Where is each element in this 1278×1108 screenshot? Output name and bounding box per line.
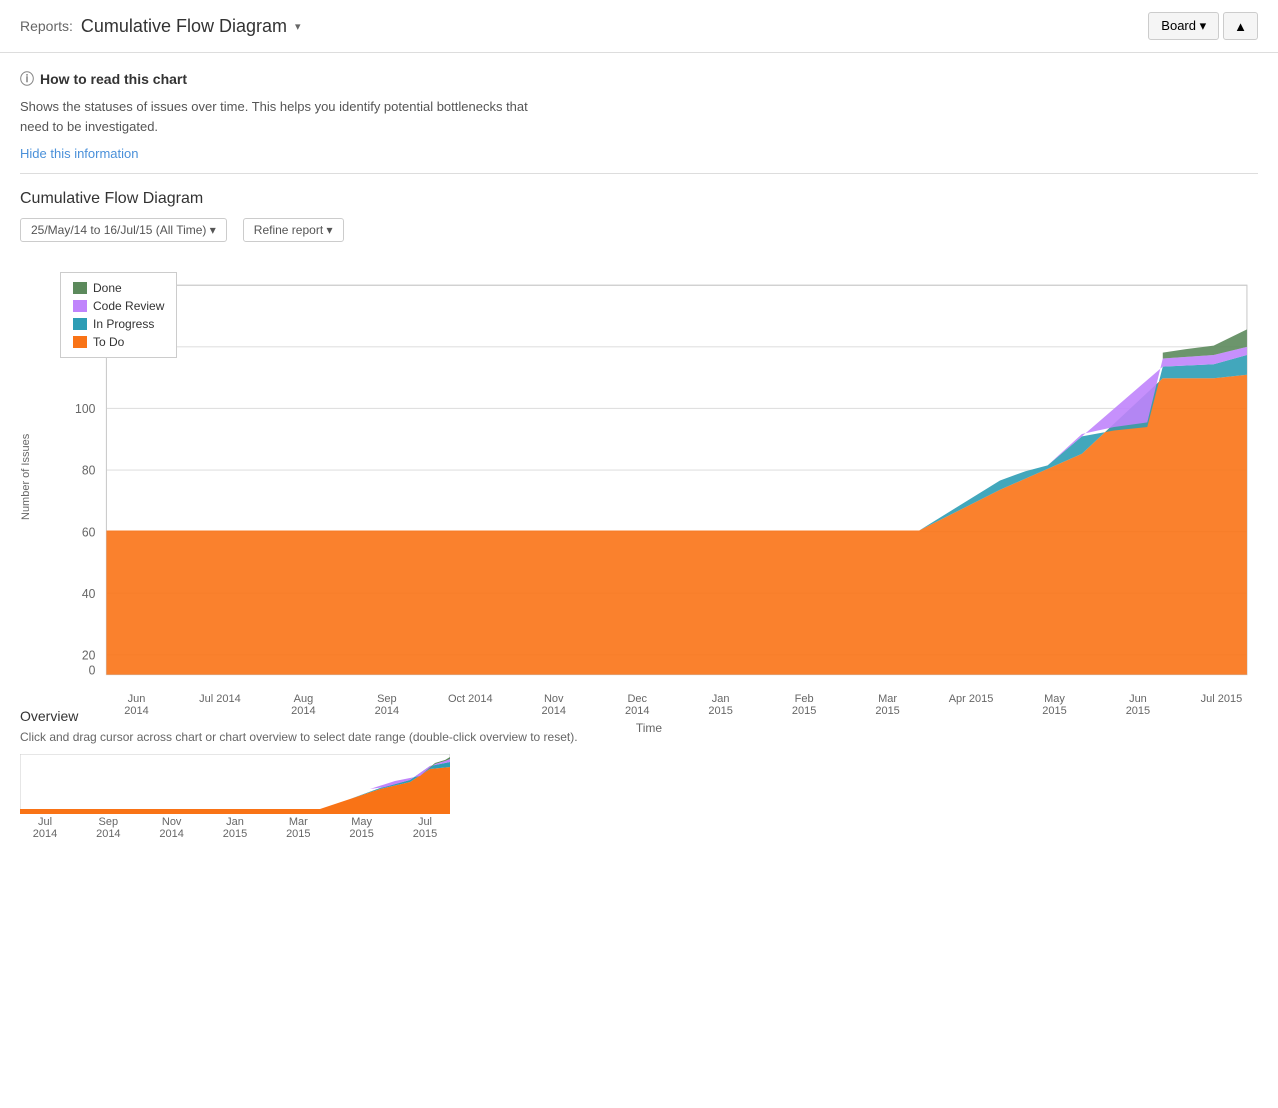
ov-label-mar2015: Mar2015 xyxy=(273,816,323,840)
info-title-text: How to read this chart xyxy=(40,71,187,87)
report-title: Cumulative Flow Diagram xyxy=(81,16,287,37)
legend-done-label: Done xyxy=(93,281,122,295)
overview-chart-svg[interactable] xyxy=(20,754,450,814)
board-button[interactable]: Board ▾ xyxy=(1148,12,1219,40)
report-title-dropdown-icon[interactable]: ▾ xyxy=(295,20,301,33)
ov-label-nov2014: Nov2014 xyxy=(147,816,197,840)
legend-in-progress: In Progress xyxy=(73,317,164,331)
x-label-jan2015: Jan2015 xyxy=(684,693,757,717)
svg-text:60: 60 xyxy=(82,525,96,539)
x-label-apr2015: Apr 2015 xyxy=(935,693,1008,717)
legend-code-review-color xyxy=(73,300,87,312)
x-label-may2015: May2015 xyxy=(1018,693,1091,717)
x-label-jun2014: Jun2014 xyxy=(100,693,173,717)
legend-to-do-color xyxy=(73,336,87,348)
to-do-area xyxy=(106,375,1246,675)
legend-done: Done xyxy=(73,281,164,295)
main-chart-svg[interactable]: 140 120 100 80 60 40 20 0 xyxy=(40,262,1258,692)
ov-label-sep2014: Sep2014 xyxy=(83,816,133,840)
svg-text:100: 100 xyxy=(75,402,95,416)
chart-controls: 25/May/14 to 16/Jul/15 (All Time) ▾ Refi… xyxy=(20,218,1258,242)
x-axis-title: Time xyxy=(40,721,1258,735)
legend-in-progress-color xyxy=(73,318,87,330)
legend-done-color xyxy=(73,282,87,294)
help-icon: ⓘ xyxy=(20,69,34,89)
chart-section: Cumulative Flow Diagram 25/May/14 to 16/… xyxy=(0,174,1278,708)
header-actions: Board ▾ ▲ xyxy=(1148,12,1258,40)
info-title: ⓘ How to read this chart xyxy=(20,69,1258,89)
x-label-mar2015: Mar2015 xyxy=(851,693,924,717)
ov-label-jul2014: Jul2014 xyxy=(20,816,70,840)
x-label-jun2015: Jun2015 xyxy=(1101,693,1174,717)
svg-text:40: 40 xyxy=(82,587,96,601)
page-header: Reports: Cumulative Flow Diagram ▾ Board… xyxy=(0,0,1278,53)
overview-chart-wrapper[interactable]: Jul2014 Sep2014 Nov2014 Jan2015 Mar2015 … xyxy=(20,754,450,840)
x-label-jul2015: Jul 2015 xyxy=(1185,693,1258,717)
legend-to-do: To Do xyxy=(73,335,164,349)
x-label-jul2014: Jul 2014 xyxy=(183,693,256,717)
chart-legend: Done Code Review In Progress To Do xyxy=(60,272,177,358)
collapse-button[interactable]: ▲ xyxy=(1223,12,1258,40)
info-section: ⓘ How to read this chart Shows the statu… xyxy=(0,53,1278,173)
chart-container: Number of Issues Done Code Review In Pro… xyxy=(20,262,1258,692)
hide-info-link[interactable]: Hide this information xyxy=(20,146,139,161)
overview-x-labels: Jul2014 Sep2014 Nov2014 Jan2015 Mar2015 … xyxy=(20,816,450,840)
ov-label-jul2015: Jul2015 xyxy=(400,816,450,840)
x-label-dec2014: Dec2014 xyxy=(601,693,674,717)
chart-inner: Done Code Review In Progress To Do xyxy=(40,262,1258,692)
info-description: Shows the statuses of issues over time. … xyxy=(20,97,560,136)
svg-text:0: 0 xyxy=(89,663,96,677)
legend-code-review-label: Code Review xyxy=(93,299,164,313)
svg-text:80: 80 xyxy=(82,463,96,477)
x-label-sep2014: Sep2014 xyxy=(350,693,423,717)
legend-in-progress-label: In Progress xyxy=(93,317,154,331)
x-label-nov2014: Nov2014 xyxy=(517,693,590,717)
reports-label: Reports: xyxy=(20,18,73,34)
svg-text:20: 20 xyxy=(82,648,96,662)
ov-label-jan2015: Jan2015 xyxy=(210,816,260,840)
legend-to-do-label: To Do xyxy=(93,335,124,349)
date-range-button[interactable]: 25/May/14 to 16/Jul/15 (All Time) ▾ xyxy=(20,218,227,242)
y-axis-label: Number of Issues xyxy=(20,262,40,692)
x-label-aug2014: Aug2014 xyxy=(267,693,340,717)
x-label-feb2015: Feb2015 xyxy=(768,693,841,717)
chart-title: Cumulative Flow Diagram xyxy=(20,190,1258,208)
ov-label-may2015: May2015 xyxy=(337,816,387,840)
header-left: Reports: Cumulative Flow Diagram ▾ xyxy=(20,16,301,37)
refine-report-button[interactable]: Refine report ▾ xyxy=(243,218,344,242)
legend-code-review: Code Review xyxy=(73,299,164,313)
x-label-oct2014: Oct 2014 xyxy=(434,693,507,717)
x-axis-labels: Jun2014 Jul 2014 Aug2014 Sep2014 Oct 201… xyxy=(40,693,1258,717)
